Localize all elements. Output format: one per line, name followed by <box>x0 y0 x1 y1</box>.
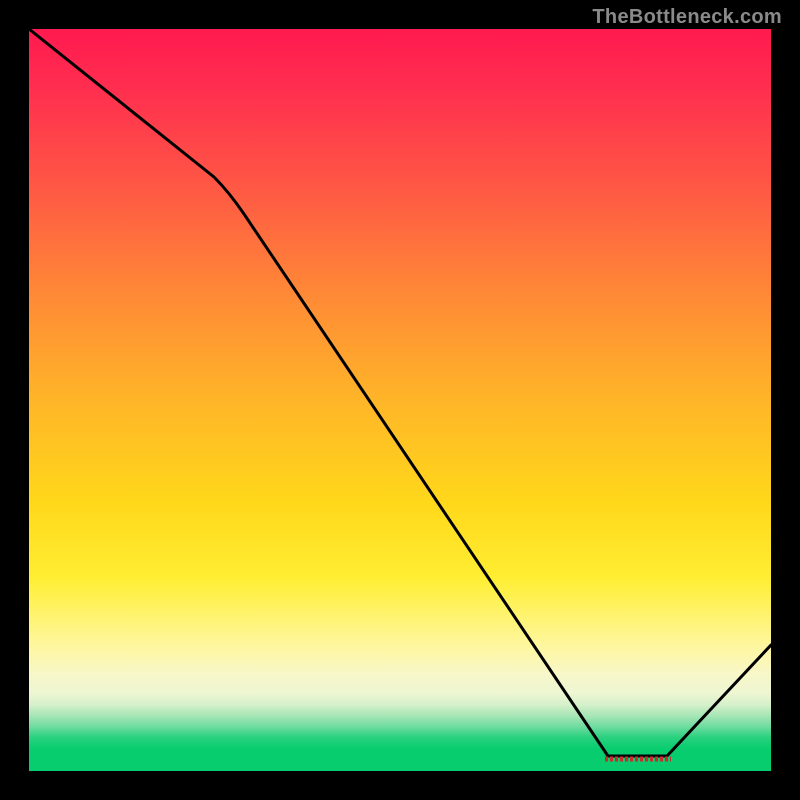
plot-area <box>29 29 771 771</box>
watermark-text: TheBottleneck.com <box>592 6 782 29</box>
chart-container: TheBottleneck.com <box>0 0 800 800</box>
curve-path <box>29 29 771 756</box>
bottleneck-curve <box>29 29 771 771</box>
